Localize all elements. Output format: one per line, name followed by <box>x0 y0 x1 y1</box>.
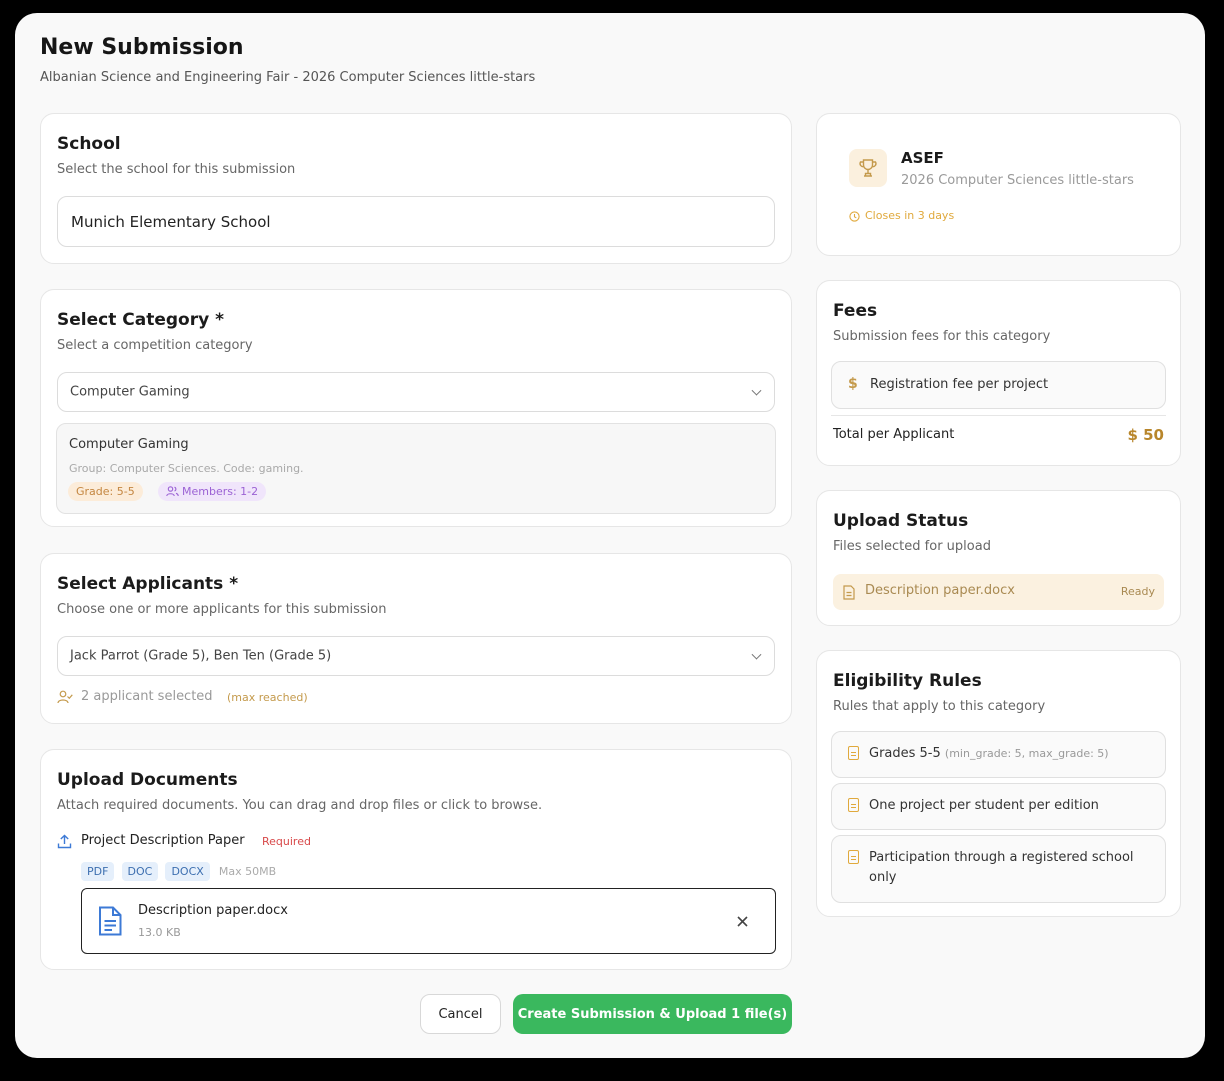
required-label: Required <box>262 835 311 848</box>
category-subtitle: Select a competition category <box>57 338 253 353</box>
school-title: School <box>57 134 121 154</box>
eligibility-rule-label: Grades 5-5 <box>869 746 941 761</box>
trophy-icon <box>849 149 887 187</box>
new-submission-dialog: New Submission Albanian Science and Engi… <box>15 13 1205 1058</box>
file-icon <box>848 798 859 812</box>
school-input[interactable]: Munich Elementary School <box>57 196 775 247</box>
applicants-card: Select Applicants * Choose one or more a… <box>40 553 792 724</box>
selected-file-row[interactable]: Description paper.docx 13.0 KB <box>81 888 776 954</box>
create-submission-button[interactable]: Create Submission & Upload 1 file(s) <box>513 994 792 1034</box>
school-value: Munich Elementary School <box>71 212 271 231</box>
file-icon <box>848 850 859 864</box>
grade-badge: Grade: 5-5 <box>68 482 143 501</box>
cancel-button[interactable]: Cancel <box>420 994 501 1034</box>
upload-status-title: Upload Status <box>833 511 969 531</box>
eligibility-rule: Participation through a registered schoo… <box>831 835 1166 903</box>
upload-status-item: Description paper.docx Ready <box>833 574 1164 610</box>
category-detail: Computer Gaming Group: Computer Sciences… <box>56 423 776 514</box>
upload-status-badge: Ready <box>1120 585 1155 598</box>
upload-documents-card: Upload Documents Attach required documen… <box>40 749 792 970</box>
document-label: Project Description Paper <box>81 833 245 848</box>
file-icon <box>843 585 855 600</box>
file-icon <box>848 746 859 760</box>
upload-status-subtitle: Files selected for upload <box>833 539 991 554</box>
format-tag-docx: DOCX <box>165 862 210 881</box>
category-selected-value: Computer Gaming <box>70 384 190 400</box>
eligibility-subtitle: Rules that apply to this category <box>833 699 1046 714</box>
fees-divider <box>831 415 1166 416</box>
document-icon <box>99 906 122 936</box>
applicant-count: 2 applicant selected <box>81 689 213 704</box>
user-check-icon <box>57 690 73 704</box>
applicants-title: Select Applicants * <box>57 574 239 594</box>
format-tags: PDF DOC DOCX Max 50MB <box>81 860 276 881</box>
fee-label: Registration fee per project <box>870 377 1049 392</box>
event-name: ASEF <box>901 149 944 167</box>
clock-icon <box>849 211 860 222</box>
eligibility-rule-label: One project per student per edition <box>869 798 1099 813</box>
total-value: $ 50 <box>1127 426 1164 444</box>
chevron-down-icon <box>751 649 762 660</box>
fees-subtitle: Submission fees for this category <box>833 329 1051 344</box>
members-badge: Members: 1-2 <box>158 482 267 501</box>
category-detail-name: Computer Gaming <box>69 437 189 452</box>
upload-title: Upload Documents <box>57 770 238 790</box>
applicants-subtitle: Choose one or more applicants for this s… <box>57 602 387 617</box>
page-subtitle: Albanian Science and Engineering Fair - … <box>40 70 536 85</box>
upload-status-file-name: Description paper.docx <box>865 583 1015 598</box>
category-title: Select Category * <box>57 310 224 330</box>
closing-notice: Closes in 3 days <box>865 209 955 222</box>
fees-card: Fees Submission fees for this category $… <box>816 280 1181 466</box>
upload-icon <box>57 834 72 849</box>
eligibility-rule-text: Grades 5-5 (min_grade: 5, max_grade: 5) <box>869 744 1153 764</box>
file-size: 13.0 KB <box>138 926 181 939</box>
page-title: New Submission <box>40 35 244 60</box>
category-detail-meta: Group: Computer Sciences. Code: gaming. <box>69 462 304 475</box>
event-card: ASEF 2026 Computer Sciences little-stars… <box>816 113 1181 256</box>
eligibility-card: Eligibility Rules Rules that apply to th… <box>816 650 1181 917</box>
event-edition: 2026 Computer Sciences little-stars <box>901 173 1134 188</box>
chevron-down-icon <box>751 385 762 396</box>
members-badge-label: Members: 1-2 <box>182 485 259 498</box>
fees-title: Fees <box>833 301 878 321</box>
fee-item: $ Registration fee per project <box>831 361 1166 409</box>
eligibility-rule-note: (min_grade: 5, max_grade: 5) <box>944 747 1109 760</box>
file-name: Description paper.docx <box>138 903 288 918</box>
eligibility-rule-label: Participation through a registered schoo… <box>869 850 1134 885</box>
users-icon <box>166 486 179 497</box>
max-size-label: Max 50MB <box>218 865 277 878</box>
category-select[interactable]: Computer Gaming <box>57 372 775 412</box>
eligibility-rule: One project per student per edition <box>831 783 1166 830</box>
applicants-selected-value: Jack Parrot (Grade 5), Ben Ten (Grade 5) <box>70 648 332 664</box>
eligibility-title: Eligibility Rules <box>833 671 982 691</box>
eligibility-rule: Grades 5-5 (min_grade: 5, max_grade: 5) <box>831 731 1166 778</box>
school-card: School Select the school for this submis… <box>40 113 792 264</box>
format-tag-doc: DOC <box>121 862 159 881</box>
upload-status-card: Upload Status Files selected for upload … <box>816 490 1181 626</box>
applicants-select[interactable]: Jack Parrot (Grade 5), Ben Ten (Grade 5) <box>57 636 775 676</box>
format-tag-pdf: PDF <box>81 862 115 881</box>
total-label: Total per Applicant <box>833 427 955 442</box>
dollar-icon: $ <box>848 376 858 392</box>
school-subtitle: Select the school for this submission <box>57 162 296 177</box>
max-reached-note: (max reached) <box>227 691 308 704</box>
remove-file-icon[interactable] <box>737 916 748 927</box>
upload-subtitle: Attach required documents. You can drag … <box>57 798 543 813</box>
category-card: Select Category * Select a competition c… <box>40 289 792 527</box>
